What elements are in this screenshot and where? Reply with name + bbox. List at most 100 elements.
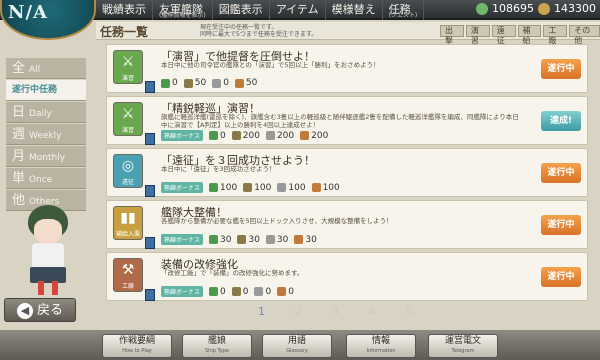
filter-sortie[interactable]: 出撃 — [440, 25, 464, 45]
bonus-badge: 熟練ボーナス — [161, 286, 204, 297]
quest-tag-icon — [145, 237, 155, 249]
quest-tag-icon — [145, 185, 155, 197]
page-5[interactable]: 5 — [406, 305, 413, 318]
quest-row[interactable]: ⚔ 演習 「精鋭軽巡」演習！ 旗艦に軽巡洋艦(雷巡を除く)、旗艦含む3隻以上の軽… — [106, 96, 588, 145]
quest-list: ⚔ 演習 「演習」で他提督を圧倒せよ！ 本日中に他の司令官の艦隊との「演習」で5… — [106, 44, 588, 304]
quest-row[interactable]: ⚔ 演習 「演習」で他提督を圧倒せよ！ 本日中に他の司令官の艦隊との「演習」で5… — [106, 44, 588, 93]
nav-furniture[interactable]: 模様替え — [326, 0, 383, 20]
quest-rewards: 熟練ボーナス 30 30 30 30 — [161, 234, 317, 245]
nav-items[interactable]: アイテム — [270, 0, 326, 20]
pagination: 1 2 3 4 5 — [258, 305, 413, 318]
category-once[interactable]: 単 Once — [6, 168, 86, 189]
quest-row[interactable]: ◎ 遠征 「遠征」を３回成功させよう！ 本日中に「遠征」を3回成功させよう！ 熟… — [106, 148, 588, 197]
bauxite-icon — [300, 131, 310, 140]
ammo-icon — [231, 287, 241, 296]
steel-icon — [265, 131, 275, 140]
quest-rewards: 熟練ボーナス 100 100 100 100 — [161, 182, 340, 193]
steel-icon — [254, 287, 264, 296]
bauxite-icon — [277, 287, 287, 296]
ammo-icon — [243, 183, 253, 192]
quest-list-title: 任務一覧 — [100, 25, 149, 39]
quest-status-button[interactable]: 遂行中 — [541, 215, 581, 235]
bottom-button-information[interactable]: 情報 Information — [346, 334, 416, 358]
quest-tag-icon — [145, 133, 155, 145]
fuel-icon — [161, 78, 170, 88]
bottom-button-glossary[interactable]: 用語 Glossary — [262, 334, 332, 358]
fuel-icon — [209, 131, 219, 140]
quest-description: 各艦隊から整備が必要な艦を5回以上ドック入りさせ、大規模な整備をしよう！ — [161, 217, 393, 225]
bonus-badge: 熟練ボーナス — [161, 130, 204, 141]
category-monthly[interactable]: 月 Monthly — [6, 146, 86, 167]
hammer-icon: ⚒ — [121, 262, 135, 278]
quest-description: 旗艦に軽巡洋艦(雷巡を除く)、旗艦含む3隻以上の軽巡級と随伴駆逐艦2隻を配備した… — [161, 113, 519, 129]
fuel-icon — [476, 2, 488, 15]
quest-header-note: 現在受注中の任務一覧です。 同時に最大で5つまで任務を受注できます。 — [200, 24, 318, 38]
ammo-icon — [183, 78, 193, 88]
quest-status-button[interactable]: 遂行中 — [541, 163, 581, 183]
page-1[interactable]: 1 — [258, 305, 265, 318]
category-all[interactable]: 全 All — [6, 58, 86, 79]
bonus-badge: 熟練ボーナス — [161, 182, 204, 193]
category-weekly[interactable]: 週 Weekly — [6, 124, 86, 145]
steel-icon — [265, 235, 275, 244]
game-logo: N/A — [0, 0, 96, 40]
category-daily[interactable]: 日 Daily — [6, 102, 86, 123]
quest-type-icon: ⚔ 演習 — [113, 102, 143, 136]
secretary-ship-girl — [18, 205, 78, 295]
category-in-progress[interactable]: 遂行中任務 — [6, 80, 86, 101]
fuel-icon — [209, 183, 219, 192]
quest-tag-icon — [145, 289, 155, 301]
ammo-icon — [538, 2, 550, 15]
filter-other[interactable]: その他 — [569, 25, 600, 45]
quest-rewards: 0 50 0 50 — [161, 78, 257, 88]
resource-counter: 108695 143300 — [476, 2, 596, 15]
fuel-icon — [209, 235, 219, 244]
quest-status-button[interactable]: 遂行中 — [541, 267, 581, 287]
filter-expedition[interactable]: 遠征 — [491, 25, 516, 45]
filter-exercise[interactable]: 演習 — [465, 25, 490, 45]
page-2[interactable]: 2 — [295, 305, 302, 318]
resource-value-2: 143300 — [554, 2, 596, 15]
back-button[interactable]: ◀ 戻る — [4, 298, 76, 322]
ammo-icon — [237, 235, 247, 244]
nav-record[interactable]: 戦績表示 — [96, 0, 153, 20]
nav-encyclopedia[interactable]: 図鑑表示 — [213, 0, 270, 20]
quest-type-icon: ⚒ 工廠 — [113, 258, 143, 292]
filter-arsenal[interactable]: 工廠 — [543, 25, 568, 45]
nav-friend-fleet[interactable]: 友軍艦隊 (艦隊情報を表示) — [153, 0, 213, 20]
steel-icon — [212, 78, 222, 88]
filter-supply[interactable]: 補給 — [517, 25, 542, 45]
logo-text: N/A — [8, 2, 48, 23]
quest-row[interactable]: ▮▮ 補給入渠 艦隊大整備！ 各艦隊から整備が必要な艦を5回以上ドック入りさせ、… — [106, 200, 588, 249]
supply-icon: ▮▮ — [120, 210, 136, 226]
page-3[interactable]: 3 — [332, 305, 339, 318]
quest-header: 任務一覧 現在受注中の任務一覧です。 同時に最大で5つまで任務を受注できます。 … — [96, 22, 600, 45]
nav-quests[interactable]: 任務 (クエスト) — [383, 0, 425, 20]
fuel-icon — [209, 287, 219, 296]
quest-description: 本日中に他の司令官の艦隊との「演習」で5回以上「勝利」をおさめよう！ — [161, 61, 380, 69]
bottom-button-howtoplay[interactable]: 作戦要綱 How to Play — [102, 334, 172, 358]
quest-tag-icon — [145, 81, 155, 93]
quest-row[interactable]: ⚒ 工廠 装備の改修強化 「改修工廠」で「装備」の改修強化に努めます。 熟練ボー… — [106, 252, 588, 301]
quest-type-icon: ◎ 遠征 — [113, 154, 143, 188]
bauxite-icon — [311, 183, 321, 192]
bauxite-icon — [294, 235, 304, 244]
steel-icon — [277, 183, 287, 192]
quest-type-icon: ⚔ 演習 — [113, 50, 143, 84]
top-nav: 戦績表示 友軍艦隊 (艦隊情報を表示) 図鑑表示 アイテム 模様替え 任務 (クエス… — [96, 0, 425, 20]
bauxite-icon — [234, 78, 244, 88]
exercise-icon: ⚔ — [121, 54, 135, 70]
resource-value-1: 108695 — [492, 2, 534, 15]
quest-rewards: 熟練ボーナス 0 200 200 200 — [161, 130, 328, 141]
ammo-icon — [231, 131, 241, 140]
quest-status-button[interactable]: 遂行中 — [541, 59, 581, 79]
quest-description: 「改修工廠」で「装備」の改修強化に努めます。 — [161, 269, 304, 277]
bonus-badge: 熟練ボーナス — [161, 234, 204, 245]
exercise-icon: ⚔ — [121, 106, 135, 122]
quest-type-icon: ▮▮ 補給入渠 — [113, 206, 143, 240]
back-arrow-icon: ◀ — [16, 303, 33, 319]
page-4[interactable]: 4 — [369, 305, 376, 318]
quest-status-button[interactable]: 達成! — [541, 111, 581, 131]
bottom-button-telegram[interactable]: 運営電文 Telegram — [428, 334, 498, 358]
bottom-button-shiptype[interactable]: 艦娘 Ship Type — [182, 334, 252, 358]
